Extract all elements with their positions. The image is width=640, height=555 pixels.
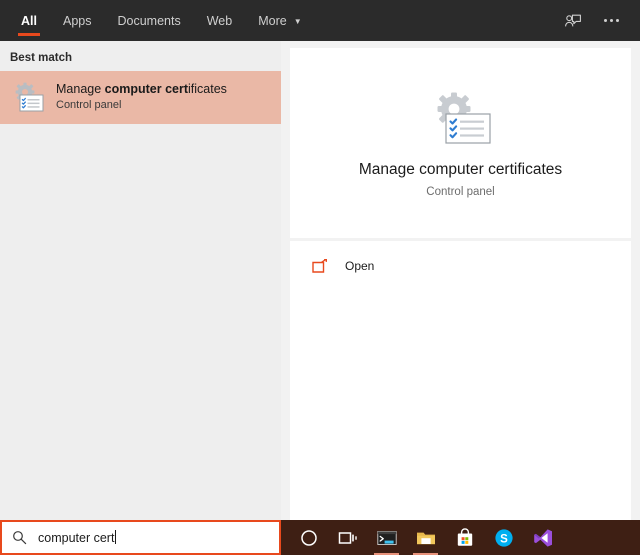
terminal-icon: [376, 528, 397, 548]
cortana-button[interactable]: [289, 520, 328, 555]
file-explorer-button[interactable]: [406, 520, 445, 555]
svg-text:S: S: [500, 533, 508, 545]
skype-icon: S: [494, 528, 514, 548]
visual-studio-icon: [533, 528, 553, 548]
tab-web-label: Web: [206, 13, 233, 28]
result-item-manage-computer-certificates[interactable]: Manage computer certificates Control pan…: [0, 71, 281, 124]
action-open-label: Open: [345, 259, 375, 273]
taskbar: S: [281, 520, 640, 555]
tab-apps-label: Apps: [62, 13, 92, 28]
task-view-button[interactable]: [328, 520, 367, 555]
search-flyout: All Apps Documents Web More ▼ Best match…: [0, 0, 640, 520]
microsoft-store-button[interactable]: [445, 520, 484, 555]
search-body: Best match Manage computer certificates …: [0, 41, 640, 520]
header-spacer: [315, 0, 554, 41]
certificate-gear-icon: [12, 81, 46, 115]
chevron-down-icon: ▼: [293, 16, 302, 26]
folder-icon: [416, 528, 436, 548]
tab-all[interactable]: All: [8, 0, 50, 41]
taskbar-row: computer cert S: [0, 520, 640, 555]
tab-more-label: More: [258, 13, 287, 28]
result-title-suffix: ificates: [188, 81, 227, 96]
preview-title: Manage computer certificates: [358, 160, 563, 178]
tab-documents[interactable]: Documents: [104, 0, 193, 41]
result-title-match: computer cert: [104, 81, 189, 96]
search-header: All Apps Documents Web More ▼: [0, 0, 640, 41]
search-scope-tabs: All Apps Documents Web More ▼: [0, 0, 315, 41]
preview-actions: Open: [290, 241, 631, 520]
tab-all-label: All: [21, 13, 37, 28]
text-caret: [115, 530, 117, 544]
tab-more[interactable]: More ▼: [245, 0, 314, 41]
feedback-button[interactable]: [554, 0, 592, 41]
skype-button[interactable]: S: [484, 520, 523, 555]
certificate-gear-icon: [428, 89, 494, 149]
open-external-icon: [312, 258, 329, 274]
feedback-person-icon: [565, 14, 581, 26]
header-actions: [554, 0, 640, 41]
result-item-text: Manage computer certificates Control pan…: [56, 82, 227, 113]
search-text: computer cert: [38, 531, 115, 545]
tab-documents-label: Documents: [117, 13, 181, 28]
visual-studio-button[interactable]: [523, 520, 562, 555]
search-input[interactable]: computer cert: [0, 520, 281, 555]
tab-apps[interactable]: Apps: [50, 0, 105, 41]
task-view-icon: [338, 528, 358, 548]
search-magnifier-icon: [12, 530, 27, 545]
results-list: Best match Manage computer certificates …: [0, 41, 281, 520]
best-match-group-header: Best match: [10, 52, 72, 64]
action-open[interactable]: Open: [290, 250, 631, 282]
preview-subtitle: Control panel: [426, 185, 495, 198]
result-item-title: Manage computer certificates: [56, 82, 227, 98]
store-bag-icon: [455, 527, 475, 548]
preview-pane: Manage computer certificates Control pan…: [281, 41, 640, 520]
tab-web[interactable]: Web: [194, 0, 245, 41]
preview-card: Manage computer certificates Control pan…: [290, 48, 631, 238]
search-input-value: computer cert: [38, 530, 117, 545]
cortana-circle-icon: [299, 528, 319, 548]
overflow-menu-button[interactable]: [592, 0, 630, 41]
result-item-subtitle: Control panel: [56, 99, 122, 112]
terminal-button[interactable]: [367, 520, 406, 555]
ellipsis-icon: [603, 19, 619, 22]
result-title-prefix: Manage: [56, 81, 105, 96]
